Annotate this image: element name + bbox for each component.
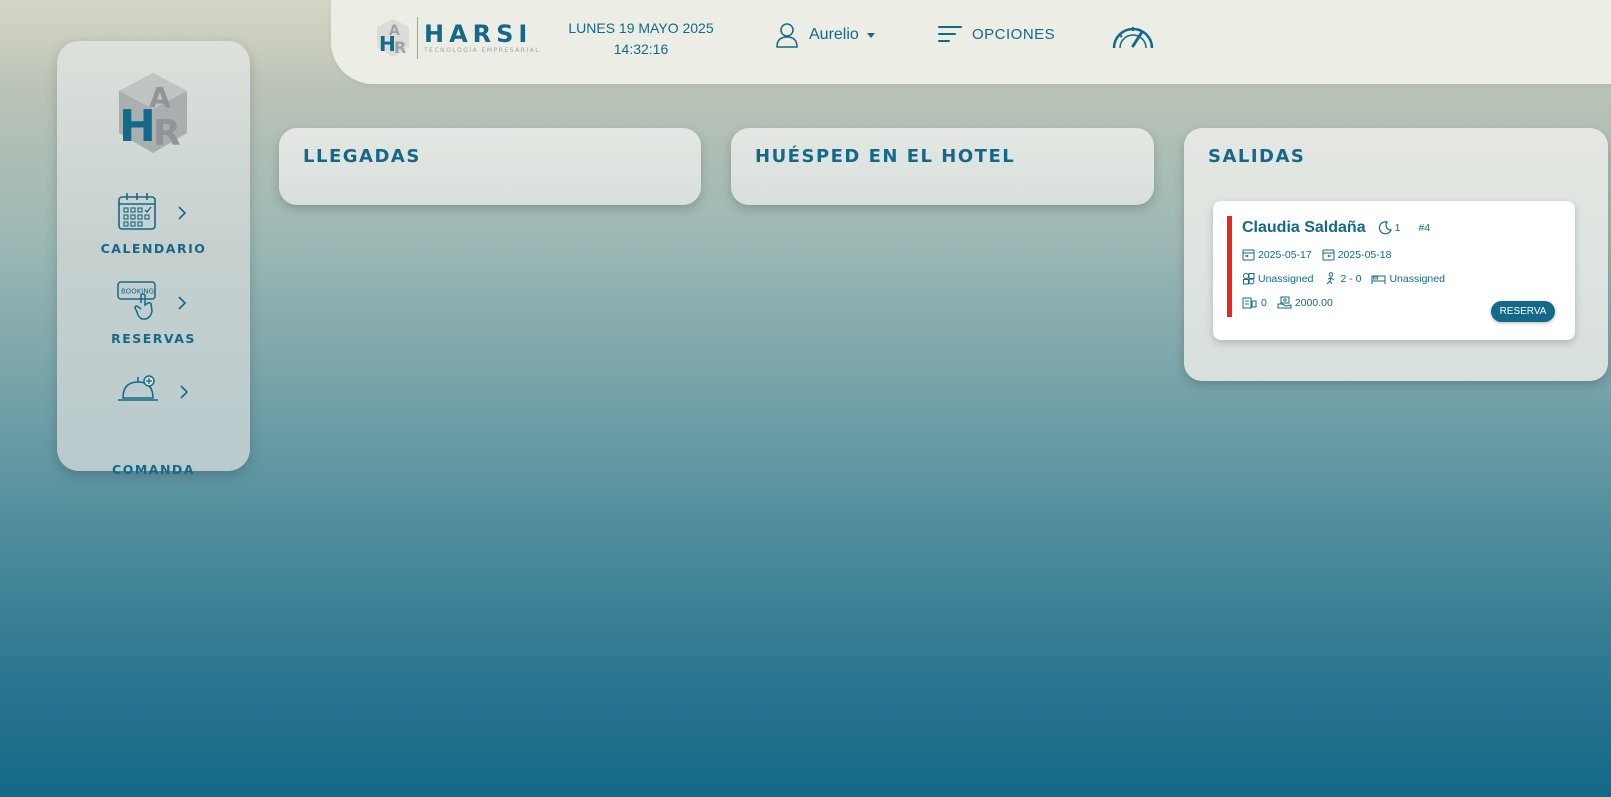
reservation-number: #4: [1418, 222, 1431, 234]
sidebar-item-comanda[interactable]: COMANDA: [57, 372, 250, 477]
booking-text: BOOKING: [121, 288, 154, 296]
current-date: LUNES 19 MAYO 2025: [568, 20, 714, 36]
status-bar: [1227, 216, 1232, 317]
speedometer-icon: [1112, 27, 1154, 49]
calendar-out-icon: [1322, 249, 1335, 261]
sidebar-item-label: COMANDA: [112, 462, 195, 477]
reservation-card[interactable]: Claudia Saldaña 1 #4 2025-05-17 2025-05-…: [1213, 201, 1575, 340]
user-name: Aurelio: [809, 26, 859, 43]
guest-name: Claudia Saldaña: [1242, 219, 1366, 236]
user-icon: [776, 23, 798, 48]
departures-panel: SALIDAS Claudia Saldaña 1 #4 2025-05-17: [1184, 128, 1608, 381]
svg-text:A: A: [389, 23, 400, 39]
sidebar-item-calendario[interactable]: CALENDARIO: [57, 191, 250, 271]
booking-hand-icon: BOOKING: [117, 281, 156, 320]
sidebar-item-label: CALENDARIO: [100, 241, 207, 256]
chevron-down-icon: [866, 32, 875, 38]
panel-title: SALIDAS: [1208, 146, 1306, 167]
options-menu-button[interactable]: OPCIONES: [938, 24, 1055, 44]
brand-tagline: TECNOLOGÍA EMPRESARIAL: [424, 47, 541, 54]
brand-name: HARSI: [424, 20, 533, 48]
calendar-icon: [118, 193, 156, 230]
in-hotel-panel: HUÉSPED EN EL HOTEL: [731, 128, 1154, 205]
check-in-date: 2025-05-17: [1242, 248, 1312, 261]
svg-text:A: A: [149, 81, 171, 114]
card-money-row: 0 2000.00: [1242, 296, 1343, 309]
top-bar: H A R HARSI TECNOLOGÍA EMPRESARIAL LUNES…: [331, 0, 1611, 84]
money-hand-icon: [1277, 296, 1292, 309]
svg-text:R: R: [153, 113, 181, 154]
harsi-logo-icon: H A R: [377, 19, 409, 57]
sidebar-item-reservas[interactable]: BOOKING RESERVAS: [57, 281, 250, 361]
bed-icon: [1371, 275, 1386, 284]
svg-text:R: R: [394, 38, 406, 57]
moon-icon: [1378, 221, 1392, 235]
reserva-button[interactable]: RESERVA: [1491, 301, 1555, 322]
chevron-right-icon: [178, 296, 187, 310]
panel-title: LLEGADAS: [303, 146, 421, 167]
current-datetime: LUNES 19 MAYO 2025 14:32:16: [561, 18, 721, 60]
card-header-row: Claudia Saldaña 1 #4: [1242, 219, 1440, 237]
chevron-right-icon: [178, 206, 187, 220]
dashboard-gauge-button[interactable]: [1111, 22, 1155, 54]
arrivals-panel: LLEGADAS: [279, 128, 701, 205]
room-number: Unassigned: [1371, 272, 1445, 285]
people-icon: [1327, 272, 1335, 285]
chevron-right-icon: [180, 385, 189, 399]
room-type: Unassigned: [1242, 272, 1313, 285]
current-time: 14:32:16: [613, 41, 669, 57]
extras-icon: [1242, 297, 1257, 309]
sidebar: H A R CALENDARIO BOOKING RESERVAS COMAND…: [57, 41, 250, 477]
extras-count: 0: [1242, 296, 1267, 309]
calendar-in-icon: [1242, 249, 1255, 261]
menu-lines-icon: [938, 26, 962, 42]
brand-logo[interactable]: H A R HARSI TECNOLOGÍA EMPRESARIAL: [375, 16, 540, 60]
sidebar-item-label: RESERVAS: [111, 331, 196, 346]
service-bell-icon: [118, 375, 158, 401]
user-menu-dropdown[interactable]: Aurelio: [775, 22, 875, 48]
check-out-date: 2025-05-18: [1322, 248, 1391, 261]
card-room-row: Unassigned 2 - 0 Unassigned: [1242, 272, 1455, 285]
card-dates-row: 2025-05-17 2025-05-18: [1242, 248, 1401, 261]
harsi-cube-logo-icon: H A R: [119, 73, 187, 154]
panel-title: HUÉSPED EN EL HOTEL: [755, 146, 1016, 167]
nights-count: 1: [1378, 221, 1400, 235]
options-label: OPCIONES: [972, 25, 1056, 43]
brand-divider: [417, 17, 418, 59]
guest-count: 2 - 0: [1323, 272, 1361, 285]
room-type-icon: [1243, 273, 1255, 285]
total-amount: 2000.00: [1277, 296, 1333, 309]
